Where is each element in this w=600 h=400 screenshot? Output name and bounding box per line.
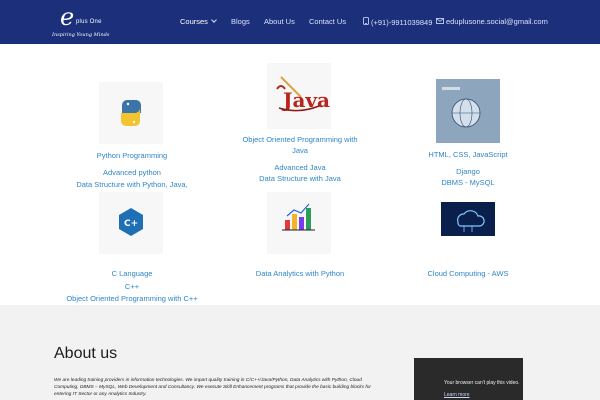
python-course-title[interactable]: Python Programming: [62, 150, 202, 162]
java-course-image[interactable]: Java: [267, 63, 331, 129]
nav-about-us[interactable]: About Us: [264, 17, 295, 26]
web-course-title[interactable]: HTML, CSS, JavaScript: [400, 149, 536, 161]
c-course-title[interactable]: C Language: [62, 268, 202, 280]
nav-phone[interactable]: (+91)-9911039849: [363, 17, 432, 27]
java-course-title-line2[interactable]: Java: [220, 145, 380, 157]
course-item-ds-java[interactable]: Data Structure with Java: [220, 173, 380, 185]
analytics-course-image[interactable]: [267, 192, 331, 254]
svg-text:Java: Java: [281, 88, 330, 112]
logo-tagline: Inspiring Young Minds: [52, 32, 110, 38]
video-player[interactable]: Your browser can't play this video. Lear…: [414, 358, 523, 400]
nav-courses-label: Courses: [180, 17, 208, 26]
logo-plus-text: plus One: [76, 19, 102, 25]
analytics-course-title[interactable]: Data Analytics with Python: [220, 268, 380, 280]
course-item-dbms-mysql[interactable]: DBMS - MySQL: [400, 177, 536, 189]
nav-blogs[interactable]: Blogs: [231, 17, 250, 26]
about-paragraph: We are leading training providers in inf…: [54, 378, 372, 398]
cpp-course-image[interactable]: C+: [99, 192, 163, 254]
course-item-oop-cpp[interactable]: Object Oriented Programming with C++: [42, 293, 222, 305]
course-item-django[interactable]: Django: [400, 166, 536, 178]
video-learn-more-link[interactable]: Learn more: [444, 392, 470, 398]
site-header: e plus One Inspiring Young Minds Courses…: [0, 0, 600, 44]
course-item-ds-python-java[interactable]: Data Structure with Python, Java,: [52, 179, 212, 191]
logo-letter: e: [60, 3, 75, 31]
python-course-image[interactable]: [99, 82, 163, 144]
site-logo[interactable]: e plus One Inspiring Young Minds: [52, 4, 114, 40]
nav-contact-us[interactable]: Contact Us: [309, 17, 346, 26]
course-item-advanced-java[interactable]: Advanced Java: [220, 162, 380, 174]
cloud-course-title[interactable]: Cloud Computing - AWS: [400, 268, 536, 280]
cpp-logo-icon: C+: [119, 208, 143, 236]
video-error-message: Your browser can't play this video.: [444, 380, 520, 386]
mail-icon: [436, 17, 444, 26]
nav-email-label: eduplusone.social@gmail.com: [446, 17, 548, 26]
course-item-advanced-python[interactable]: Advanced python: [62, 167, 202, 179]
nav-courses[interactable]: Courses: [180, 17, 217, 26]
java-course-title-line1[interactable]: Object Oriented Programming with: [220, 134, 380, 146]
python-logo-icon: [121, 100, 141, 126]
cloud-icon: [441, 202, 495, 236]
about-heading: About us: [54, 345, 118, 362]
web-globe-icon: [436, 79, 500, 143]
bar-chart-icon: [282, 203, 315, 231]
java-logo-icon: Java: [276, 76, 330, 112]
svg-text:C+: C+: [124, 219, 138, 229]
course-item-cpp[interactable]: C++: [62, 281, 202, 293]
cloud-course-image[interactable]: [436, 192, 500, 254]
web-course-image[interactable]: [436, 79, 500, 143]
phone-icon: [363, 17, 369, 27]
chevron-down-icon: [211, 17, 217, 23]
nav-phone-label: (+91)-9911039849: [371, 18, 433, 27]
nav-email[interactable]: eduplusone.social@gmail.com: [436, 17, 548, 26]
